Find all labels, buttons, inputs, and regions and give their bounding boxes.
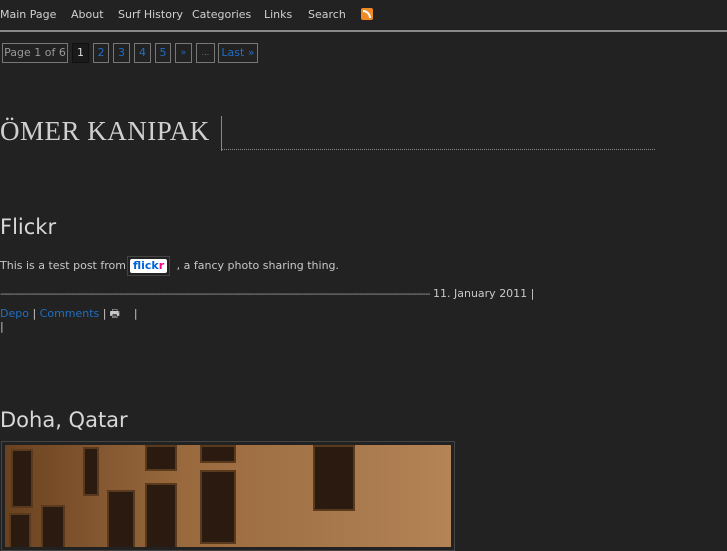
doha-photo[interactable] [1, 441, 455, 551]
title-dotted-line [222, 149, 655, 150]
nav-about[interactable]: About [71, 8, 104, 21]
title-divider [221, 116, 222, 151]
page-link-3[interactable]: 3 [113, 43, 130, 63]
site-title[interactable]: ÖMER KANIPAK [0, 116, 210, 147]
post-text-after: , a fancy photo sharing thing. [176, 259, 340, 272]
page-link-4[interactable]: 4 [134, 43, 151, 63]
page-link-5[interactable]: 5 [155, 43, 171, 63]
page-next[interactable]: » [175, 43, 192, 63]
page-link-2[interactable]: 2 [93, 43, 109, 63]
rss-icon[interactable] [361, 8, 373, 20]
meta-pipe: | [0, 320, 4, 333]
nav-main-page[interactable]: Main Page [0, 8, 56, 21]
post-text: This is a test post from [0, 259, 126, 272]
post-title-doha[interactable]: Doha, Qatar [0, 408, 128, 432]
nav-categories[interactable]: Categories [192, 8, 251, 21]
category-link[interactable]: Depo [0, 307, 29, 320]
comments-link[interactable]: Comments [40, 307, 100, 320]
nav-search[interactable]: Search [308, 8, 346, 21]
nav-links[interactable]: Links [264, 8, 292, 21]
post-separator: ----------------------------------------… [0, 287, 430, 300]
page-current: 1 [72, 43, 89, 63]
post-title-flickr[interactable]: Flickr [0, 215, 56, 239]
post-body: This is a test post from flickr , a fancy… [0, 256, 339, 276]
print-icon[interactable]: 🖶 [109, 307, 119, 320]
top-nav: Main Page About Surf History Categories … [0, 0, 727, 32]
page-last[interactable]: Last » [218, 43, 258, 63]
nav-surf-history[interactable]: Surf History [118, 8, 183, 21]
doha-image [5, 445, 451, 547]
post-date-row: 11. January 2011 | [433, 287, 535, 300]
page-ellipsis: ... [196, 43, 215, 63]
post-date: 11. January 2011 [433, 287, 528, 300]
post-meta: Depo | Comments | 🖶 | [0, 307, 138, 320]
page-status: Page 1 of 6 [2, 43, 68, 63]
flickr-badge[interactable]: flickr [126, 256, 171, 276]
flickr-r: r [158, 259, 165, 272]
